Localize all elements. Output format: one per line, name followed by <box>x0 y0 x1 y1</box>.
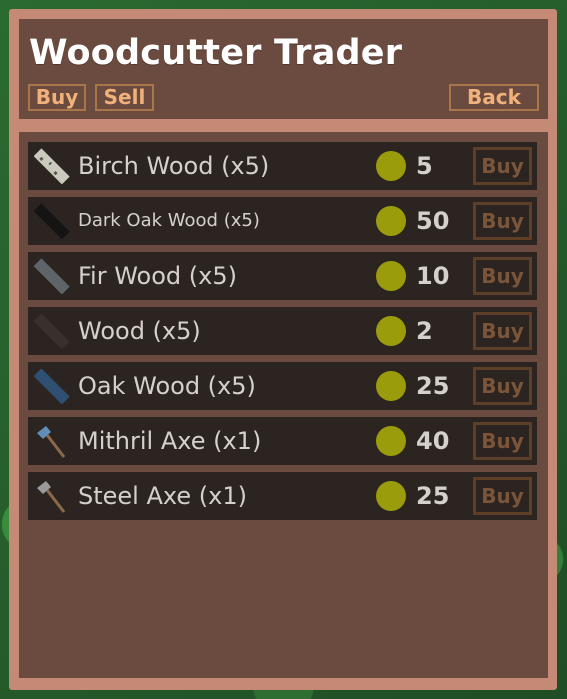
list-item: Mithril Axe (x1) 40 Buy <box>28 417 537 465</box>
list-item: Wood (x5) 2 Buy <box>28 307 537 355</box>
trader-header: Woodcutter Trader Buy Sell Back <box>19 19 548 119</box>
buy-item-button[interactable]: Buy <box>473 367 532 405</box>
item-price: 25 <box>416 482 450 510</box>
item-list: Birch Wood (x5) 5 Buy Dark Oak Wood (x5)… <box>19 132 548 678</box>
coin-icon <box>376 151 406 181</box>
wood-log-icon <box>34 313 70 349</box>
birch-log-icon <box>34 148 70 184</box>
list-item: Dark Oak Wood (x5) 50 Buy <box>28 197 537 245</box>
steel-axe-icon <box>37 481 66 513</box>
item-name: Wood (x5) <box>78 317 201 345</box>
list-item: Oak Wood (x5) 25 Buy <box>28 362 537 410</box>
item-name: Dark Oak Wood (x5) <box>78 210 260 231</box>
buy-item-button[interactable]: Buy <box>473 312 532 350</box>
item-price: 10 <box>416 262 450 290</box>
item-price: 25 <box>416 372 450 400</box>
coin-icon <box>376 261 406 291</box>
oak-log-icon <box>34 368 70 404</box>
coin-icon <box>376 206 406 236</box>
coin-icon <box>376 481 406 511</box>
sell-tab-button[interactable]: Sell <box>95 84 154 111</box>
coin-icon <box>376 371 406 401</box>
item-name: Mithril Axe (x1) <box>78 427 262 455</box>
coin-icon <box>376 316 406 346</box>
item-price: 40 <box>416 427 450 455</box>
trader-title: Woodcutter Trader <box>29 33 403 73</box>
item-price: 2 <box>416 317 433 345</box>
item-name: Steel Axe (x1) <box>78 482 247 510</box>
item-name: Fir Wood (x5) <box>78 262 237 290</box>
item-price: 5 <box>416 152 433 180</box>
back-button[interactable]: Back <box>449 84 539 111</box>
buy-item-button[interactable]: Buy <box>473 422 532 460</box>
buy-item-button[interactable]: Buy <box>473 477 532 515</box>
buy-item-button[interactable]: Buy <box>473 202 532 240</box>
list-item: Birch Wood (x5) 5 Buy <box>28 142 537 190</box>
mithril-axe-icon <box>37 426 66 458</box>
buy-tab-button[interactable]: Buy <box>28 84 86 111</box>
list-item: Fir Wood (x5) 10 Buy <box>28 252 537 300</box>
item-name: Oak Wood (x5) <box>78 372 256 400</box>
buy-item-button[interactable]: Buy <box>473 257 532 295</box>
item-price: 50 <box>416 207 450 235</box>
list-item: Steel Axe (x1) 25 Buy <box>28 472 537 520</box>
fir-log-icon <box>34 258 70 294</box>
dark-oak-log-icon <box>34 203 70 239</box>
item-name: Birch Wood (x5) <box>78 152 270 180</box>
coin-icon <box>376 426 406 456</box>
buy-item-button[interactable]: Buy <box>473 147 532 185</box>
